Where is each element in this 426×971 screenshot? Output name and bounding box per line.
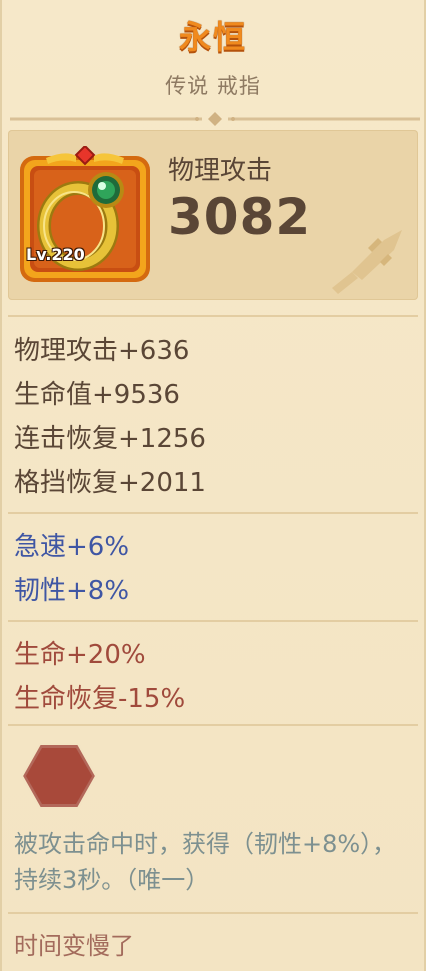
item-detail-panel: 永恒 传说 戒指 Lv.220 物理攻击 3082 物理攻击+636 生命值+9… [0,0,426,971]
hexagon-empty-slot-icon[interactable] [20,742,98,810]
bonus-stat-life: 生命+20% [14,640,146,670]
base-stat-hp: 生命值+9536 [14,380,180,410]
divider-line [8,912,418,914]
base-stat-combo-recovery: 连击恢复+1256 [14,424,206,454]
divider-line [8,315,418,317]
skill-description: 被攻击命中时，获得（韧性+8%），持续3秒。（唯一） [14,830,397,894]
weapon-silhouette-icon [332,230,402,294]
base-stat-block-recovery: 格挡恢复+2011 [14,468,206,498]
bonus-stat-life-recovery: 生命恢复-15% [14,684,186,714]
ring-item-icon[interactable] [16,146,154,286]
bonus-stat-toughness: 韧性+8% [14,576,130,606]
main-stat-label: 物理攻击 [168,156,273,186]
item-level-badge: Lv.220 [26,245,85,264]
base-stat-physical-attack: 物理攻击+636 [14,336,190,366]
divider-line [8,724,418,726]
bonus-stat-haste: 急速+6% [14,532,130,562]
divider-ornament-icon [10,112,420,126]
item-header-card: Lv.220 物理攻击 3082 [8,130,418,300]
divider-line [8,512,418,514]
skill-name: 时间变慢了 [14,932,134,960]
item-type: 传说 戒指 [165,74,261,98]
item-title: 永恒 [178,18,247,56]
divider-line [8,620,418,622]
main-stat-value: 3082 [168,188,312,246]
